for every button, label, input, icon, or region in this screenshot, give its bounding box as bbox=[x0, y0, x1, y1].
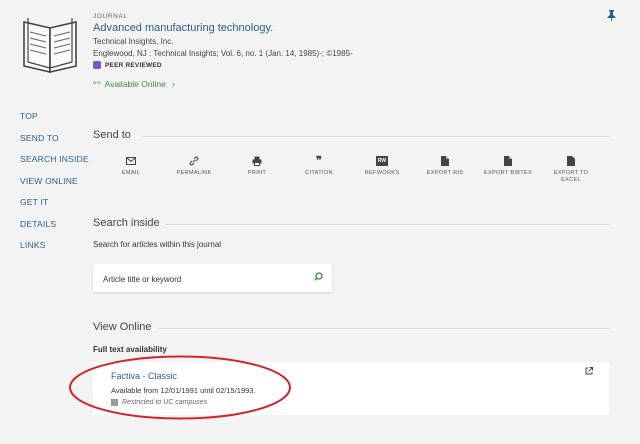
access-restriction: Restricted to UC campuses bbox=[111, 399, 207, 406]
publisher: Technical Insights, Inc. bbox=[93, 37, 174, 46]
view-online-heading: View Online bbox=[93, 321, 152, 333]
nav-search-inside[interactable]: SEARCH INSIDE bbox=[20, 153, 89, 175]
email-label: EMAIL bbox=[121, 170, 141, 176]
peer-reviewed-icon bbox=[93, 61, 101, 69]
peer-reviewed-label: PEER REVIEWED bbox=[105, 61, 162, 69]
nav-top[interactable]: TOP bbox=[20, 110, 89, 132]
availability-link[interactable]: ⚯ Available Online › bbox=[93, 78, 593, 89]
send-to-heading: Send to bbox=[93, 129, 131, 141]
citation-button[interactable]: ❞ CITATION bbox=[289, 155, 349, 177]
provider-link[interactable]: Factiva - Classic bbox=[111, 371, 177, 381]
publication-details: Englewood, NJ : Technical Insights; Vol.… bbox=[93, 49, 353, 58]
resource-type-label: JOURNAL bbox=[93, 13, 128, 20]
search-inside-description: Search for articles within this journal bbox=[93, 240, 222, 249]
book-icon bbox=[23, 18, 77, 74]
print-button[interactable]: PRINT bbox=[227, 155, 287, 177]
citation-label: CITATION bbox=[305, 170, 333, 176]
record-title[interactable]: Advanced manufacturing technology. bbox=[93, 22, 593, 34]
pin-icon[interactable] bbox=[607, 10, 616, 24]
fulltext-service-card: Factiva - Classic Available from 12/01/1… bbox=[93, 362, 609, 415]
export-bibtex-button[interactable]: EXPORT BIBTEX bbox=[478, 155, 538, 177]
full-text-availability-label: Full text availability bbox=[93, 345, 167, 354]
restriction-label: Restricted to UC campuses bbox=[122, 399, 208, 406]
nav-details[interactable]: DETAILS bbox=[20, 218, 89, 240]
link-icon: ⚯ bbox=[93, 78, 101, 88]
refworks-label: REFWORKS bbox=[364, 170, 400, 176]
section-divider bbox=[165, 224, 610, 225]
export-bibtex-label: EXPORT BIBTEX bbox=[483, 170, 533, 176]
availability-label: Available Online bbox=[104, 78, 166, 89]
export-ris-button[interactable]: EXPORT RIS bbox=[415, 155, 475, 177]
export-excel-button[interactable]: EXPORT TO EXCEL bbox=[541, 155, 601, 184]
email-icon bbox=[101, 155, 161, 167]
section-divider bbox=[142, 136, 610, 137]
export-ris-label: EXPORT RIS bbox=[426, 170, 464, 176]
send-to-actions: EMAIL PERMALINK PRINT ❞ CITATION RW REFW… bbox=[93, 155, 613, 195]
refworks-button[interactable]: RW REFWORKS bbox=[352, 155, 412, 177]
chevron-right-icon: › bbox=[171, 78, 175, 89]
section-nav: TOP SEND TO SEARCH INSIDE VIEW ONLINE GE… bbox=[20, 110, 89, 261]
search-inside-heading: Search inside bbox=[93, 217, 160, 229]
file-icon bbox=[478, 155, 538, 167]
search-inside-box bbox=[93, 264, 332, 294]
quote-icon: ❞ bbox=[316, 155, 322, 167]
email-button[interactable]: EMAIL bbox=[101, 155, 161, 177]
search-inside-input[interactable] bbox=[101, 264, 305, 294]
nav-links[interactable]: LINKS bbox=[20, 239, 89, 261]
permalink-label: PERMALINK bbox=[176, 170, 212, 176]
nav-send-to[interactable]: SEND TO bbox=[20, 132, 89, 154]
export-excel-label: EXPORT TO EXCEL bbox=[553, 170, 589, 183]
link-icon bbox=[164, 155, 224, 167]
excel-file-icon bbox=[541, 155, 601, 167]
print-icon bbox=[227, 155, 287, 167]
record-header: JOURNAL Advanced manufacturing technolog… bbox=[93, 13, 593, 89]
nav-view-online[interactable]: VIEW ONLINE bbox=[20, 175, 89, 197]
permalink-button[interactable]: PERMALINK bbox=[164, 155, 224, 177]
section-divider bbox=[158, 328, 610, 329]
search-icon[interactable] bbox=[314, 272, 323, 281]
print-label: PRINT bbox=[247, 170, 267, 176]
building-icon bbox=[111, 399, 118, 406]
file-icon bbox=[415, 155, 475, 167]
coverage-range: Available from 12/01/1991 until 02/15/19… bbox=[111, 386, 256, 395]
nav-get-it[interactable]: GET IT bbox=[20, 196, 89, 218]
refworks-icon: RW bbox=[376, 156, 388, 166]
external-link-icon[interactable] bbox=[585, 367, 593, 377]
peer-reviewed-badge: PEER REVIEWED bbox=[93, 61, 593, 69]
